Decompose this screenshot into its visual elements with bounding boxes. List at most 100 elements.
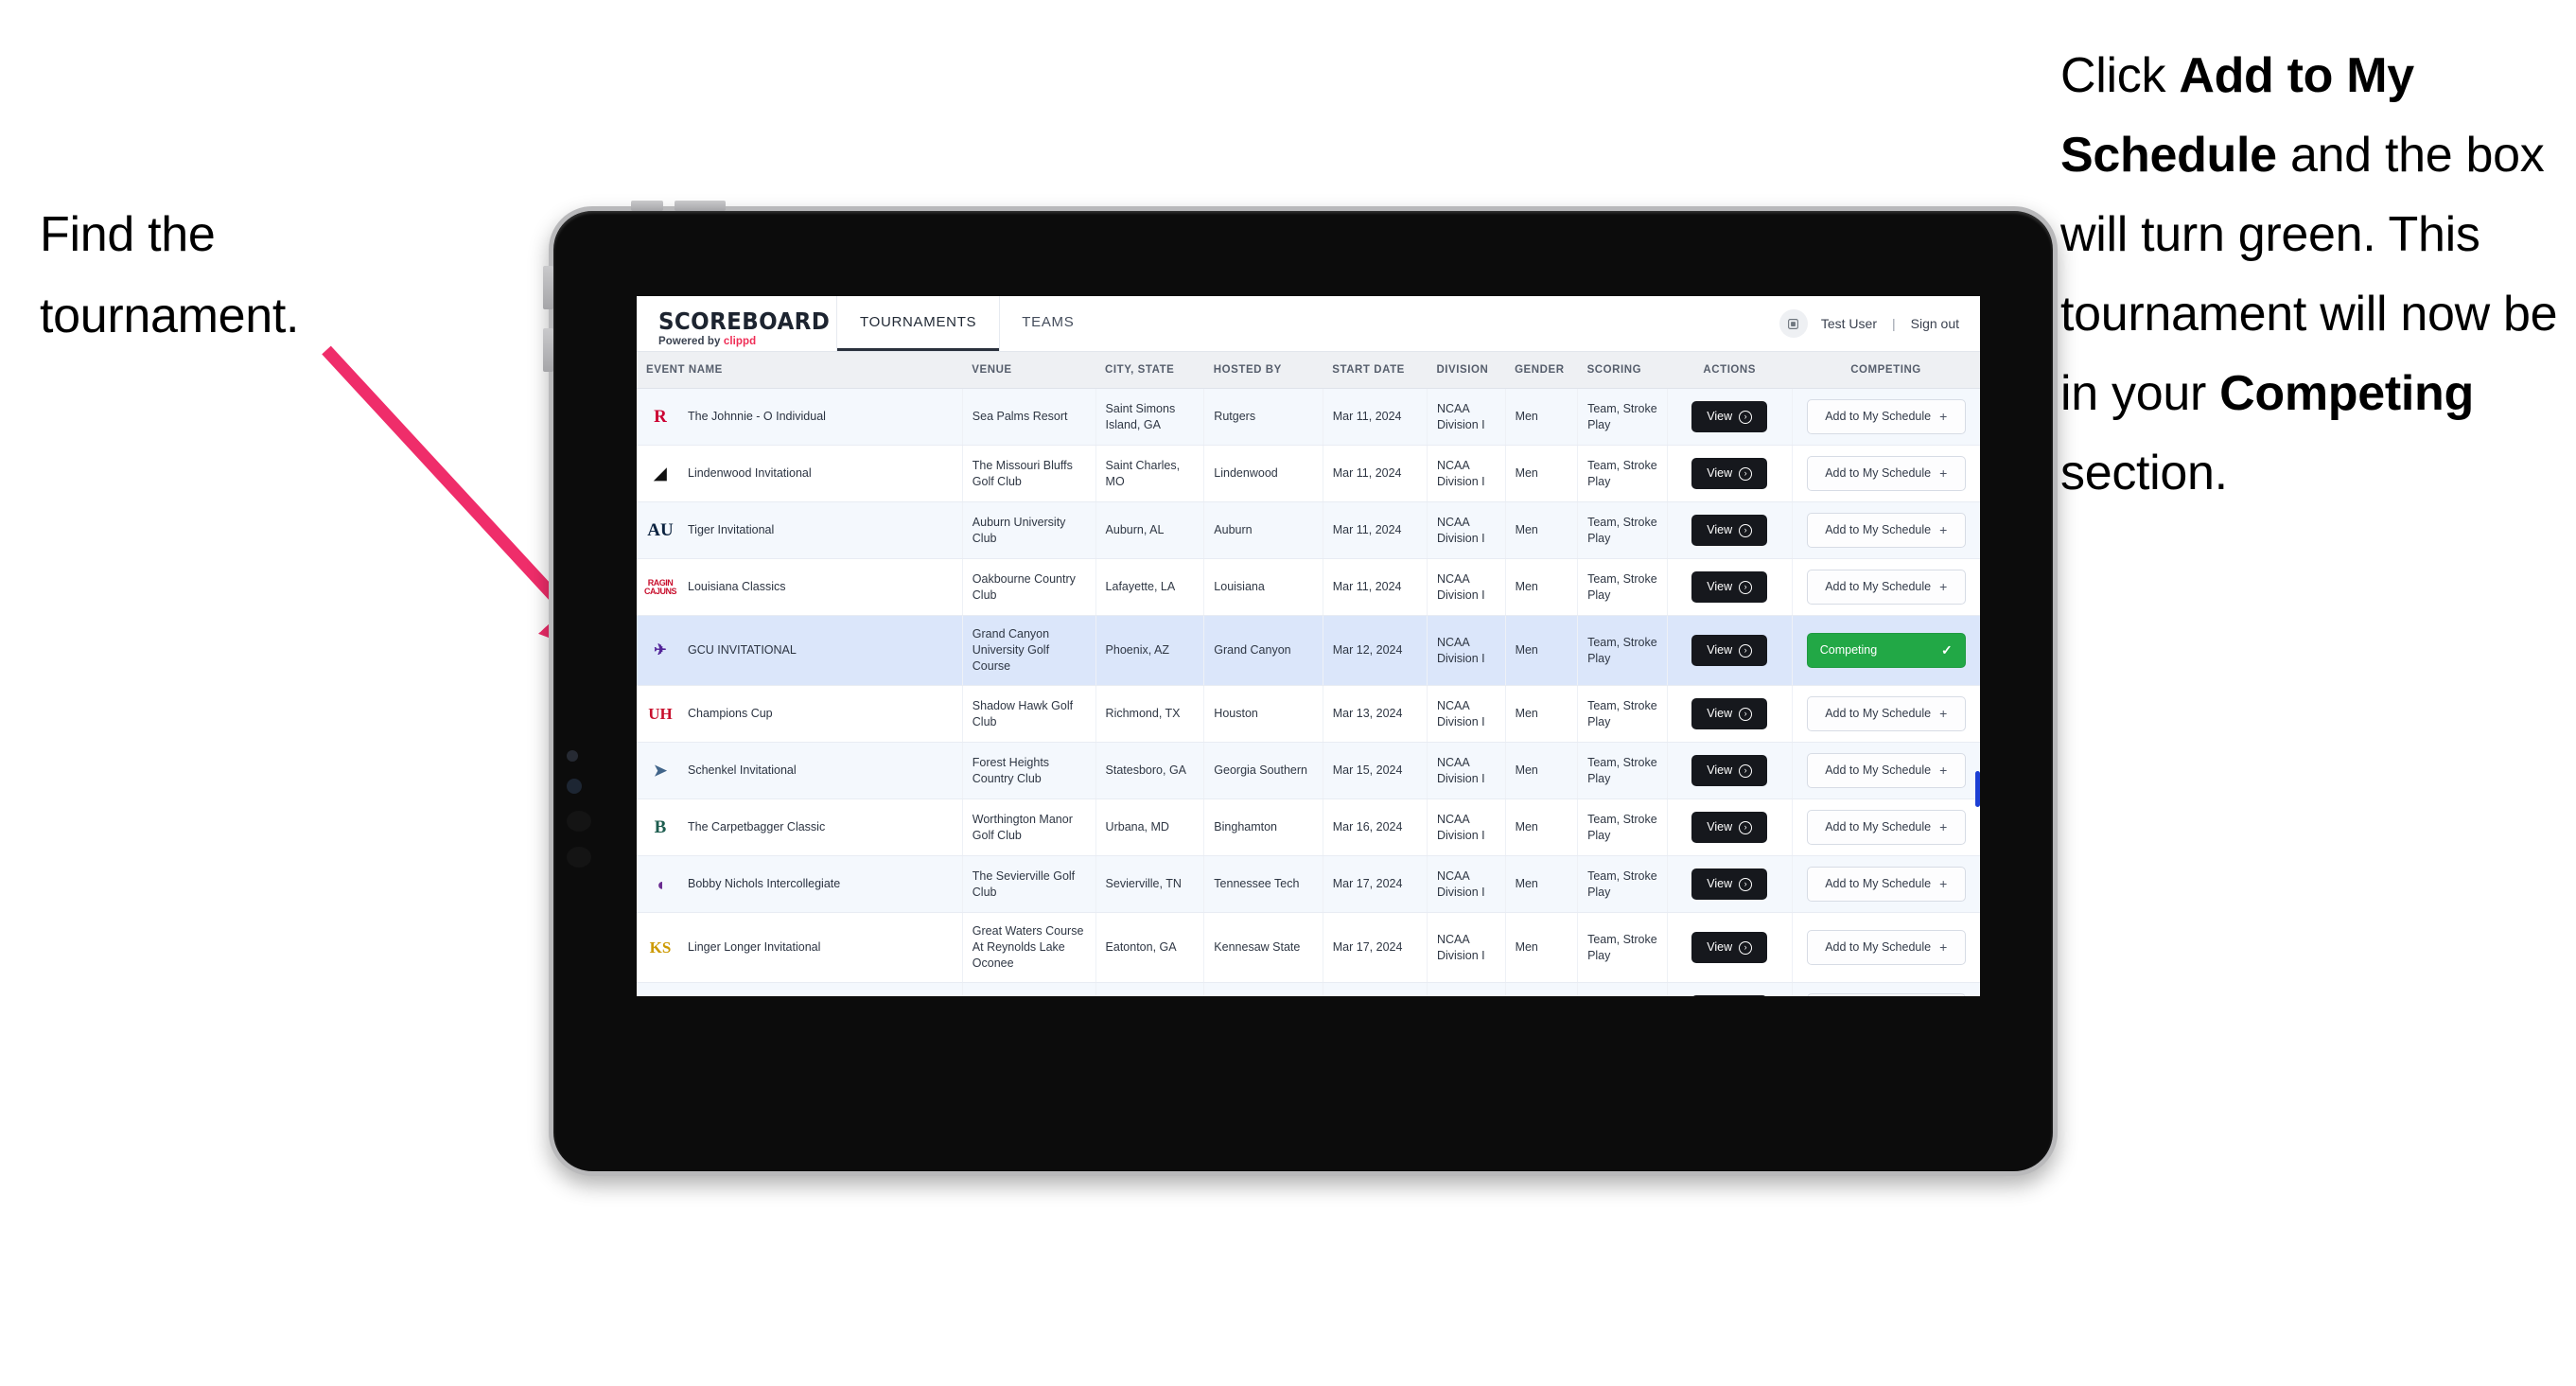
view-button[interactable]: View › xyxy=(1691,458,1768,489)
add-to-my-schedule-button[interactable]: Add to My Schedule + xyxy=(1806,456,1966,491)
table-row[interactable]: ➤ Schenkel Invitational Forest Heights Cou… xyxy=(637,742,1980,799)
brand-powered-name: clippd xyxy=(723,335,757,347)
cell-competing: Add to My Schedule + xyxy=(1792,501,1980,559)
cell-gender: Men xyxy=(1505,501,1579,559)
table-row[interactable]: ✈ GCU INVITATIONAL Grand Canyon University… xyxy=(637,615,1980,686)
cell-division: NCAA Division I xyxy=(1427,445,1506,502)
cell-start-date: Mar 11, 2024 xyxy=(1323,388,1428,446)
plus-icon: + xyxy=(1939,763,1948,778)
plus-icon: + xyxy=(1939,876,1948,891)
event-name-wrapper: UH Champions Cup xyxy=(646,701,953,728)
cell-competing: Add to My Schedule + xyxy=(1792,685,1980,743)
col-scoring[interactable]: SCORING xyxy=(1577,352,1668,389)
add-to-my-schedule-button[interactable]: Add to My Schedule + xyxy=(1806,930,1966,965)
add-to-my-schedule-button[interactable]: Add to My Schedule + xyxy=(1806,867,1966,902)
event-name-label: Lindenwood Invitational xyxy=(688,466,812,480)
user-badge-icon[interactable] xyxy=(1779,309,1808,338)
cell-venue: Shadow Hawk Golf Club xyxy=(962,685,1096,743)
annotation-right-part-0: Click xyxy=(2060,48,2180,103)
cell-event-name: KS Linger Longer Invitational xyxy=(637,912,963,983)
vertical-scrollbar-thumb[interactable] xyxy=(1975,771,1980,807)
user-separator: | xyxy=(1891,316,1896,331)
table-row[interactable]: B The Carpetbagger Classic Worthington Man… xyxy=(637,798,1980,856)
table-row[interactable]: AU Tiger Invitational Auburn University Cl… xyxy=(637,501,1980,559)
col-event-name[interactable]: EVENT NAME xyxy=(637,352,963,389)
view-button[interactable]: View › xyxy=(1691,515,1768,546)
col-gender[interactable]: GENDER xyxy=(1505,352,1578,389)
add-to-my-schedule-button[interactable]: Add to My Schedule + xyxy=(1806,810,1966,845)
competing-wrapper: Add to My Schedule + xyxy=(1802,456,1971,491)
add-to-my-schedule-label: Add to My Schedule xyxy=(1825,523,1932,536)
view-button[interactable]: View › xyxy=(1691,635,1768,666)
cell-competing: Add to My Schedule + xyxy=(1792,445,1980,502)
tournaments-table: EVENT NAME VENUE CITY, STATE HOSTED BY S… xyxy=(637,352,1980,996)
table-row[interactable]: ◖ Bobby Nichols Intercollegiate The Sevier… xyxy=(637,855,1980,913)
tab-teams[interactable]: TEAMS xyxy=(999,296,1096,351)
view-button[interactable]: View › xyxy=(1691,868,1768,900)
actions-wrapper: View › xyxy=(1677,571,1782,603)
table-row[interactable]: R The Johnnie - O Individual Sea Palms Res… xyxy=(637,388,1980,446)
speaker-grille-lower xyxy=(567,847,591,868)
cell-gender: Men xyxy=(1505,445,1579,502)
user-name[interactable]: Test User xyxy=(1821,316,1877,331)
cell-event-name: ◖ Bobby Nichols Intercollegiate xyxy=(637,855,963,913)
hardware-button-power[interactable] xyxy=(675,201,726,211)
view-button[interactable]: View › xyxy=(1691,755,1768,786)
cell-city-state: Richmond, TX xyxy=(1095,685,1205,743)
cell-division: NCAA Division I xyxy=(1427,855,1506,913)
add-to-my-schedule-button[interactable]: Add to My Schedule + xyxy=(1806,399,1966,434)
view-button[interactable]: View › xyxy=(1691,401,1768,432)
tournaments-table-container[interactable]: EVENT NAME VENUE CITY, STATE HOSTED BY S… xyxy=(637,352,1980,996)
table-row[interactable]: ◢ Lindenwood Invitational The Missouri Blu… xyxy=(637,445,1980,502)
add-to-my-schedule-button[interactable]: Add to My Schedule + xyxy=(1806,753,1966,788)
cell-division: NCAA Division I xyxy=(1427,558,1506,616)
event-name-label: Bobby Nichols Intercollegiate xyxy=(688,877,841,890)
cell-actions: View › xyxy=(1667,912,1793,983)
arrow-right-circle-icon: › xyxy=(1739,877,1753,891)
table-body: R The Johnnie - O Individual Sea Palms Res… xyxy=(637,388,1980,996)
cell-event-name: B The Carpetbagger Classic xyxy=(637,798,963,856)
check-icon: ✓ xyxy=(1941,642,1953,658)
cell-city-state: Statesboro, GA xyxy=(1095,742,1205,799)
tab-tournaments[interactable]: TOURNAMENTS xyxy=(837,296,1000,351)
view-button[interactable]: View › xyxy=(1691,932,1768,963)
arrow-right-circle-icon: › xyxy=(1739,466,1753,481)
view-button[interactable]: View › xyxy=(1691,698,1768,729)
event-name-wrapper: ◖ Bobby Nichols Intercollegiate xyxy=(646,871,953,898)
col-hosted-by[interactable]: HOSTED BY xyxy=(1203,352,1323,389)
add-to-my-schedule-label: Add to My Schedule xyxy=(1825,877,1932,890)
arrow-right-circle-icon: › xyxy=(1739,820,1753,834)
cell-division: NCAA Division I xyxy=(1427,912,1506,983)
view-button-label: View xyxy=(1707,707,1733,720)
view-button[interactable]: View › xyxy=(1691,571,1768,603)
hardware-button-volume-up[interactable] xyxy=(543,266,553,309)
table-row[interactable]: KS Linger Longer Invitational Great Waters… xyxy=(637,912,1980,983)
brand-logo[interactable]: SCOREBOARD Powered by clippd xyxy=(637,296,837,351)
cell-start-date: Mar 15, 2024 xyxy=(1323,742,1428,799)
event-name-label: Schenkel Invitational xyxy=(688,763,797,777)
lindenwood-logo: ◢ xyxy=(654,465,667,482)
sign-out-link[interactable]: Sign out xyxy=(1911,316,1959,331)
cell-actions: View › xyxy=(1667,445,1793,502)
cell-hosted-by: Kennesaw State xyxy=(1203,912,1323,983)
annotation-right: Click Add to My Schedule and the box wil… xyxy=(2060,36,2576,513)
tablet-device: SCOREBOARD Powered by clippd TOURNAMENTS… xyxy=(543,201,2058,1176)
add-to-my-schedule-button[interactable]: Add to My Schedule + xyxy=(1806,513,1966,548)
add-to-my-schedule-button[interactable]: Add to My Schedule + xyxy=(1806,570,1966,605)
table-row[interactable]: RAGIN CAJUNS Louisiana Classics Oakbourne … xyxy=(637,558,1980,616)
competing-button[interactable]: Competing ✓ xyxy=(1806,633,1966,668)
col-start-date[interactable]: START DATE xyxy=(1323,352,1428,389)
col-venue[interactable]: VENUE xyxy=(962,352,1096,389)
hardware-button-top-left[interactable] xyxy=(631,201,663,211)
col-city-state[interactable]: CITY, STATE xyxy=(1095,352,1204,389)
hardware-button-volume-down[interactable] xyxy=(543,328,553,372)
view-button[interactable]: View › xyxy=(1691,812,1768,843)
cell-actions: View › xyxy=(1667,685,1793,743)
cell-competing: Competing ✓ xyxy=(1792,615,1980,686)
actions-wrapper: View › xyxy=(1677,868,1782,900)
table-row[interactable]: UH Champions Cup Shadow Hawk Golf Club Rich… xyxy=(637,685,1980,743)
arrow-right-circle-icon: › xyxy=(1739,940,1753,955)
cell-scoring: Team, Stroke Play xyxy=(1577,685,1668,743)
add-to-my-schedule-button[interactable]: Add to My Schedule + xyxy=(1806,696,1966,731)
col-division[interactable]: DIVISION xyxy=(1427,352,1506,389)
